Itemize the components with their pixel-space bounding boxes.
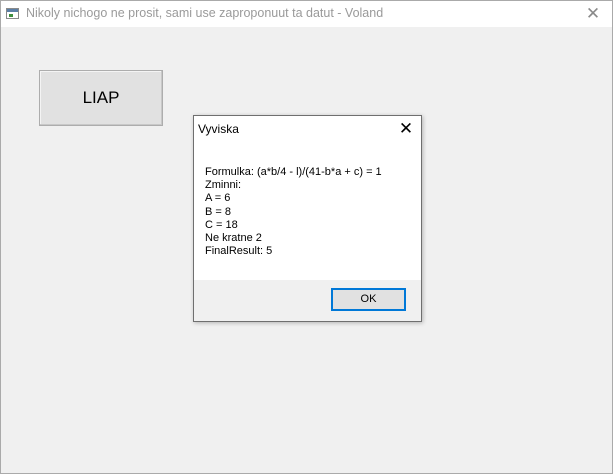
window-titlebar[interactable]: Nikoly nichogo ne prosit, sami use zapro…	[1, 1, 612, 27]
dialog-message: Formulka: (a*b/4 - l)/(41-b*a + c) = 1 Z…	[205, 166, 382, 258]
dialog-titlebar[interactable]: Vyviska ✕	[194, 116, 421, 142]
message-line-not-multiple: Ne kratne 2	[205, 232, 262, 245]
dialog-message-area: Formulka: (a*b/4 - l)/(41-b*a + c) = 1 Z…	[194, 142, 421, 280]
window-title: Nikoly nichogo ne prosit, sami use zapro…	[26, 6, 384, 20]
dialog-title: Vyviska	[198, 122, 239, 136]
message-line-c: C = 18	[205, 218, 238, 231]
dialog-close-icon[interactable]: ✕	[397, 119, 415, 139]
message-line-final-result: FinalResult: 5	[205, 245, 273, 258]
message-line-formula: Formulka: (a*b/4 - l)/(41-b*a + c) = 1	[205, 166, 382, 178]
window-close-icon[interactable]: ✕	[582, 4, 604, 24]
message-line-a: A = 6	[205, 192, 231, 205]
liap-button[interactable]: LIAP	[39, 70, 163, 126]
message-dialog: Vyviska ✕ Formulka: (a*b/4 - l)/(41-b*a …	[193, 115, 422, 322]
app-window-icon	[6, 8, 19, 19]
message-line-variables-heading: Zminni:	[205, 179, 242, 192]
ok-button[interactable]: OK	[331, 288, 406, 311]
message-line-b: B = 8	[205, 205, 231, 218]
